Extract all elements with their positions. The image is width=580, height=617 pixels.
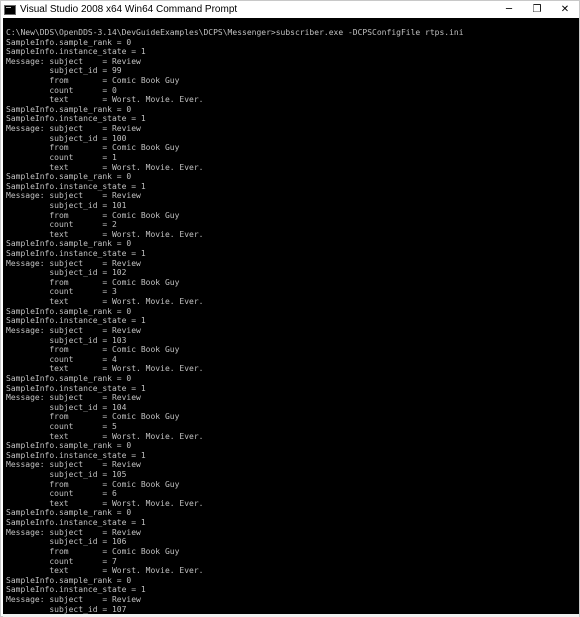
console-line: count = 1 [6,152,117,162]
console-line: from = Comic Book Guy [6,412,180,422]
console-line: Message: subject = Review [6,258,141,268]
console-line: subject_id = 101 [6,200,127,210]
console-output[interactable]: C:\New\DDS\OpenDDS-3.14\DevGuideExamples… [3,18,579,614]
close-icon[interactable]: ✕ [551,1,579,18]
console-line: C:\New\DDS\OpenDDS-3.14\DevGuideExamples… [6,28,464,37]
window-controls: ─ ❐ ✕ [495,1,579,18]
console-line: SampleInfo.sample_rank = 0 [6,373,132,383]
console-line: count = 6 [6,489,117,499]
console-line: SampleInfo.instance_state = 1 [6,585,146,595]
title-bar[interactable]: Visual Studio 2008 x64 Win64 Command Pro… [1,1,579,18]
command-prompt-window: Visual Studio 2008 x64 Win64 Command Pro… [0,0,580,617]
console-line: text = Worst. Movie. Ever. [6,95,204,105]
console-line: SampleInfo.instance_state = 1 [6,450,146,460]
console-line: SampleInfo.sample_rank = 0 [6,306,132,316]
console-line: from = Comic Book Guy [6,479,180,489]
console-line: count = 2 [6,220,117,230]
console-line: from = Comic Book Guy [6,76,180,86]
console-line: text = Worst. Movie. Ever. [6,566,204,576]
console-line: subject_id = 100 [6,133,127,143]
console-line: subject_id = 103 [6,335,127,345]
console-line: Message: subject = Review [6,594,141,604]
console-line: subject_id = 104 [6,402,127,412]
console-line: Message: subject = Review [6,56,141,66]
console-line: SampleInfo.instance_state = 1 [6,383,146,393]
window-title: Visual Studio 2008 x64 Win64 Command Pro… [20,4,238,15]
console-line: text = Worst. Movie. Ever. [6,431,204,441]
console-line: from = Comic Book Guy [6,143,180,153]
console-line: count = 3 [6,287,117,297]
console-line: SampleInfo.instance_state = 1 [6,316,146,326]
maximize-icon[interactable]: ❐ [523,1,551,18]
console-line: Message: subject = Review [6,124,141,134]
console-line: SampleInfo.instance_state = 1 [6,114,146,124]
console-line: SampleInfo.sample_rank = 0 [6,172,132,182]
console-line: Message: subject = Review [6,325,141,335]
console-line: subject_id = 107 [6,604,127,614]
console-line: SampleInfo.instance_state = 1 [6,518,146,528]
console-line: from = Comic Book Guy [6,210,180,220]
console-line: SampleInfo.sample_rank = 0 [6,575,132,585]
console-line: count = 4 [6,354,117,364]
console-line: from = Comic Book Guy [6,546,180,556]
console-line: text = Worst. Movie. Ever. [6,498,204,508]
minimize-icon[interactable]: ─ [495,1,523,18]
console-line: count = 0 [6,85,117,95]
console-line: count = 5 [6,421,117,431]
console-line: SampleInfo.instance_state = 1 [6,181,146,191]
console-line: text = Worst. Movie. Ever. [6,364,204,374]
console-line: Message: subject = Review [6,527,141,537]
console-line: subject_id = 99 [6,66,122,76]
console-line: Message: subject = Review [6,393,141,403]
console-line: text = Worst. Movie. Ever. [6,297,204,307]
console-line: from = Comic Book Guy [6,345,180,355]
console-line: SampleInfo.sample_rank = 0 [6,508,132,518]
console-line: subject_id = 105 [6,470,127,480]
console-line: SampleInfo.sample_rank = 0 [6,104,132,114]
console-line: SampleInfo.sample_rank = 0 [6,239,132,249]
console-line: SampleInfo.instance_state = 1 [6,47,146,57]
console-line: SampleInfo.sample_rank = 0 [6,37,132,47]
console-line: count = 7 [6,556,117,566]
console-app-icon[interactable] [4,4,16,15]
console-line: SampleInfo.instance_state = 1 [6,249,146,259]
console-line: subject_id = 106 [6,537,127,547]
console-line: text = Worst. Movie. Ever. [6,229,204,239]
console-line: Message: subject = Review [6,460,141,470]
console-line: SampleInfo.sample_rank = 0 [6,441,132,451]
console-line: text = Worst. Movie. Ever. [6,162,204,172]
console-line: subject_id = 102 [6,268,127,278]
console-line: from = Comic Book Guy [6,277,180,287]
console-line: Message: subject = Review [6,191,141,201]
